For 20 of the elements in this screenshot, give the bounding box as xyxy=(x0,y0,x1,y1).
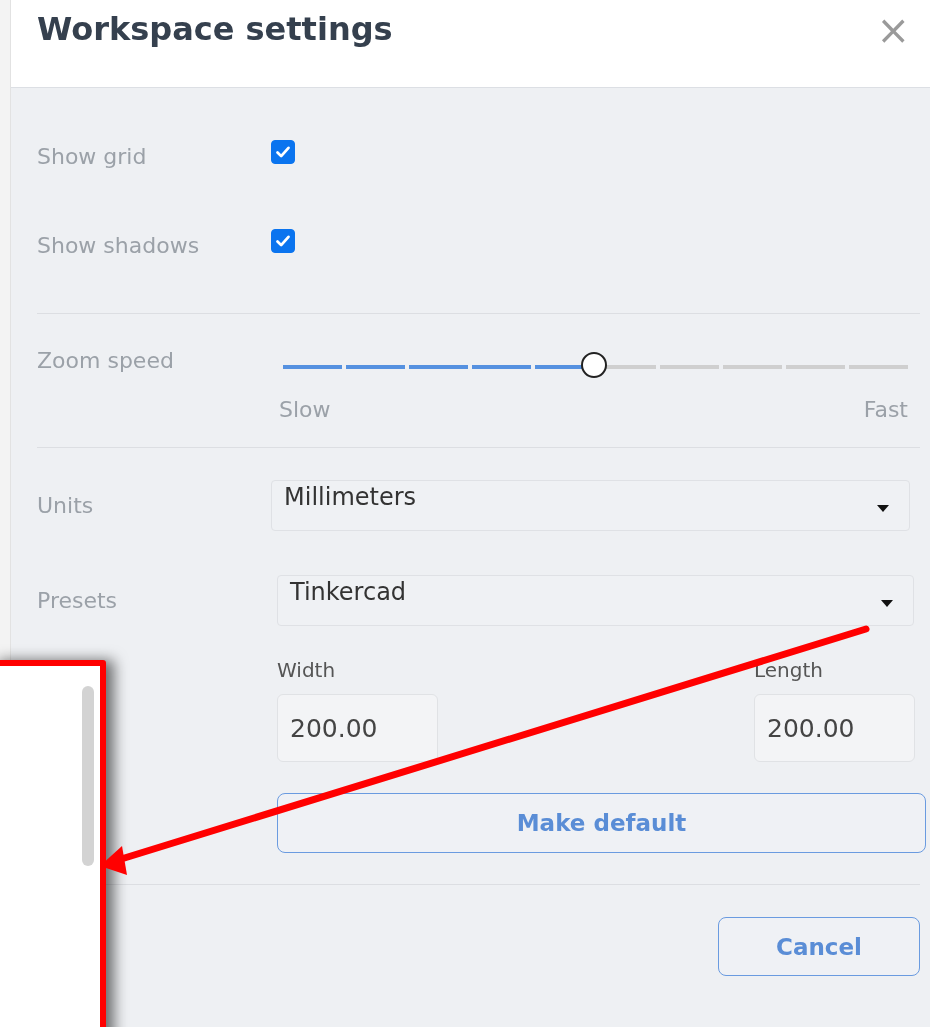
slider-max-label: Fast xyxy=(863,397,908,422)
dropdown[interactable]: Millimeters xyxy=(271,480,910,531)
input-field[interactable]: 200.00 xyxy=(754,694,915,762)
slider-thumb[interactable] xyxy=(580,352,607,378)
setting-label: Zoom speed xyxy=(37,348,175,373)
setting-label: Show shadows xyxy=(37,232,201,258)
scrollbar[interactable] xyxy=(82,686,94,866)
slider-min-label: Slow xyxy=(279,397,331,422)
field-label: Length xyxy=(754,658,824,682)
field-label: Width xyxy=(277,658,337,682)
caret-icon xyxy=(877,505,889,513)
setting-label: Show grid xyxy=(37,143,148,169)
input-field[interactable]: 200.00 xyxy=(277,694,438,762)
dropdown[interactable]: Tinkercad xyxy=(277,575,914,626)
checkbox[interactable] xyxy=(271,229,295,253)
dialog-title: Workspace settings xyxy=(37,10,393,48)
setting-label: Presets xyxy=(37,588,119,613)
caret-icon xyxy=(881,600,893,608)
setting-label: Units xyxy=(37,493,95,518)
checkbox[interactable] xyxy=(271,140,295,164)
